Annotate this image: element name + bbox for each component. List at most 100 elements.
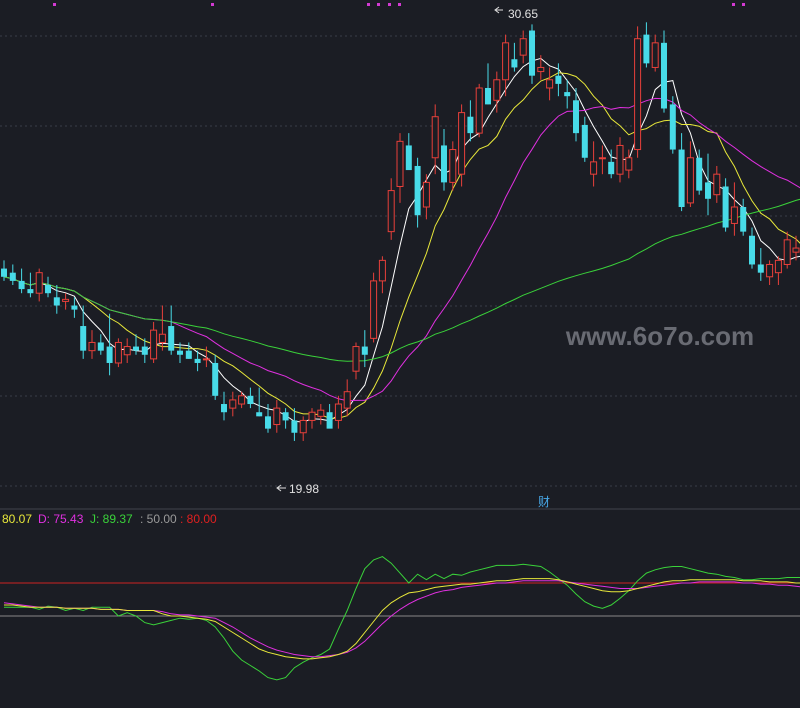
candle-body [722,186,729,228]
candle-body [581,124,588,158]
candle-body [106,346,113,363]
candle [114,338,122,368]
candle-body [396,140,404,187]
candle-body [387,190,395,233]
candle-body [475,87,483,134]
candle-body [590,161,598,175]
candle-body [212,362,219,396]
candle-body [133,346,139,351]
candle-body [792,247,800,253]
candle-body [441,145,447,183]
candle-body [573,100,579,134]
candle-body [221,404,227,413]
candle-body [177,350,183,355]
candle-body [740,207,747,232]
candle-body [598,157,606,160]
candle-body [774,259,782,274]
candle-body [308,411,316,421]
watermark: www.6o7o.com [565,321,754,351]
stock-chart: www.6o7o.com 30.65 19.98 财 80.07 D: 75.4… [0,0,800,708]
candle-body [669,104,676,150]
candle-body [194,358,201,363]
candle-body [343,391,351,409]
candle-body [511,59,518,68]
candle-body [634,38,642,151]
ref-50-value: : 50.00 [140,512,177,526]
candle-body [27,289,34,294]
candle-body [564,92,571,97]
candle-body [705,182,711,199]
candle-body [88,341,96,352]
candle-body [555,75,562,84]
candle [475,83,483,138]
candle-body [651,42,659,68]
candle-body [123,346,131,356]
ref-80-value: : 80.00 [180,512,217,526]
candle-body [370,280,378,339]
candle [458,104,466,187]
candle-body [608,161,615,175]
low-label: 19.98 [289,482,319,496]
candle-body [783,239,791,265]
candle-body [334,403,342,421]
high-label: 30.65 [508,7,538,21]
candle-body [185,350,192,359]
candle-body [352,346,360,372]
candle-body [625,157,633,171]
candle-body [678,149,685,208]
candle-body [546,79,554,89]
candle-body [18,280,25,290]
candle-body [485,87,491,105]
candle-body [713,173,721,196]
candle [529,24,535,84]
candle-body [502,42,510,81]
candle-body [414,165,421,216]
candle-body [114,341,122,364]
event-label: 财 [538,495,550,509]
candle-body [378,259,386,282]
candle-body [519,38,527,56]
candle [370,272,378,343]
candle-body [661,42,667,109]
candle-body [730,206,738,224]
candle-body [529,30,535,76]
candle-body [643,34,650,64]
candle-body [537,66,545,73]
candle-body [616,144,624,175]
candle-body [493,79,501,101]
candle-body [229,399,237,409]
candle-body [141,346,148,355]
candle-body [9,272,16,281]
candle-body [238,395,246,405]
candle-body [273,407,281,426]
candle [661,30,667,113]
candle-body [467,116,474,134]
candle-body [431,116,439,159]
d-value: D: 75.43 [38,512,84,526]
candle-body [449,149,457,183]
candle [634,26,642,158]
candle-body [757,264,764,273]
candle-body [80,326,87,351]
candle-body [361,346,368,355]
candle-body [282,412,289,421]
candle-body [458,112,466,175]
candle-body [405,145,412,171]
candle-body [97,342,104,351]
candle-body [317,409,325,417]
candle-body [686,157,694,204]
candle-body [158,333,166,343]
candle-body [62,298,70,302]
candle-body [696,157,703,191]
candle-body [1,268,7,277]
candle-body [45,284,51,294]
candle-body [749,235,755,265]
candle-body [71,305,78,310]
candle-body [422,181,430,208]
j-value: J: 89.37 [90,512,133,526]
k-value: 80.07 [2,512,32,526]
candle-body [265,416,271,429]
candle-body [256,412,263,417]
candle-body [291,420,298,433]
candle-body [150,329,158,360]
